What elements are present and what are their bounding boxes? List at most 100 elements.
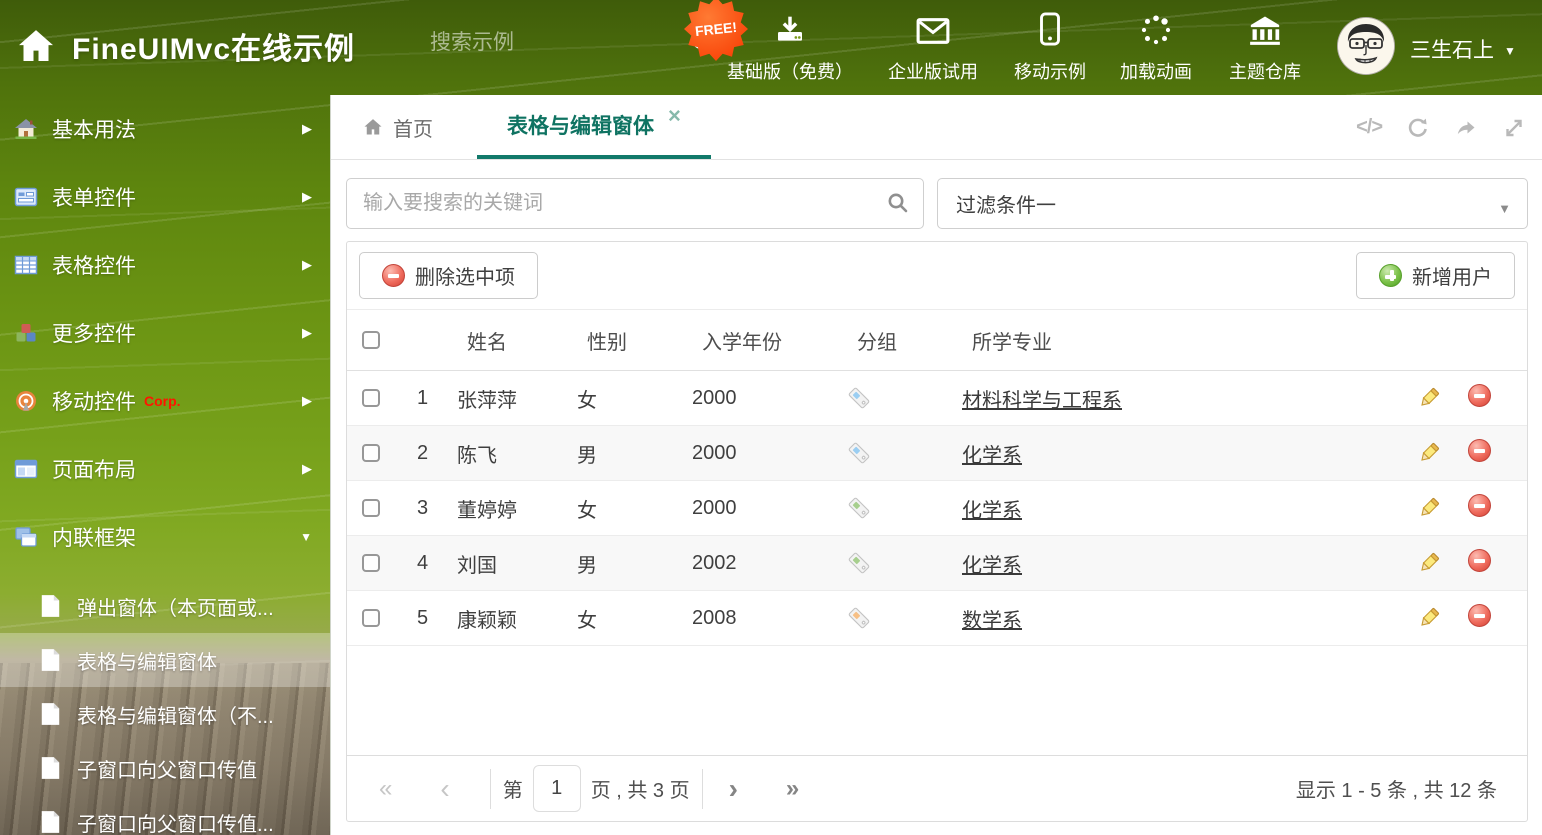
brand[interactable]: FineUIMvc在线示例 xyxy=(16,24,355,68)
page-label-prefix: 第 xyxy=(502,780,523,802)
row-checkbox[interactable] xyxy=(362,444,380,463)
edit-icon[interactable] xyxy=(1418,607,1440,629)
bank-icon xyxy=(1248,12,1282,46)
major-link[interactable]: 化学系 xyxy=(962,500,1022,522)
next-page-icon[interactable] xyxy=(729,775,738,803)
page-input[interactable] xyxy=(532,765,581,812)
sidebar-item-grid-controls[interactable]: 表格控件 xyxy=(0,231,330,299)
row-name: 董婷婷 xyxy=(457,499,517,522)
sidebar-subitem-child-to-parent[interactable]: 子窗口向父窗口传值 xyxy=(0,741,330,795)
nav-label: 移动示例 xyxy=(1014,62,1086,82)
user-name: 三生石上 xyxy=(1410,39,1494,62)
row-gender: 男 xyxy=(577,554,597,577)
last-page-icon[interactable] xyxy=(786,777,799,801)
edit-icon[interactable] xyxy=(1418,442,1440,464)
filter-dropdown-value: 过滤条件一 xyxy=(956,195,1056,217)
delete-selected-button[interactable]: 删除选中项 xyxy=(359,252,538,299)
expand-icon[interactable] xyxy=(1502,116,1526,140)
corp-badge: Corp. xyxy=(144,393,181,409)
file-icon xyxy=(41,595,60,617)
major-link[interactable]: 数学系 xyxy=(962,610,1022,632)
sidebar-submenu: 弹出窗体（本页面或... 表格与编辑窗体 表格与编辑窗体（不... 子窗口向父窗… xyxy=(0,579,330,835)
sidebar-item-more-controls[interactable]: 更多控件 xyxy=(0,299,330,367)
sidebar-subitem-child-to-parent-2[interactable]: 子窗口向父窗口传值... xyxy=(0,795,330,835)
home-icon xyxy=(19,30,53,61)
delete-row-icon[interactable] xyxy=(1468,493,1491,517)
nav-theme-store[interactable]: 主题仓库 xyxy=(1208,12,1322,84)
select-all-checkbox[interactable] xyxy=(362,331,380,350)
keyword-search xyxy=(346,178,924,229)
delete-row-icon[interactable] xyxy=(1468,548,1491,572)
file-icon xyxy=(41,811,60,833)
row-year: 2002 xyxy=(692,551,737,574)
keyword-search-input[interactable] xyxy=(346,178,924,229)
divider xyxy=(489,768,491,809)
sidebar-item-mobile-controls[interactable]: 移动控件 Corp. xyxy=(0,367,330,435)
row-checkbox[interactable] xyxy=(362,554,380,573)
major-link[interactable]: 化学系 xyxy=(962,445,1022,467)
refresh-icon[interactable] xyxy=(1406,116,1430,140)
table-row: 3 董婷婷 女 2000 化学系 xyxy=(347,481,1527,536)
major-link[interactable]: 化学系 xyxy=(962,555,1022,577)
expand-arrow-icon xyxy=(302,392,312,410)
row-gender: 女 xyxy=(577,499,597,522)
tab-grid-edit-window[interactable]: 表格与编辑窗体 xyxy=(477,95,711,159)
nav-label: 企业版试用 xyxy=(888,62,978,82)
record-summary: 显示 1 - 5 条 , 共 12 条 xyxy=(1295,780,1497,802)
row-year: 2000 xyxy=(692,386,737,409)
sidebar-item-basic-usage[interactable]: 基本用法 xyxy=(0,95,330,163)
view-source-icon[interactable]: </> xyxy=(1356,116,1383,139)
signal-icon xyxy=(16,391,36,411)
tab-bar: 首页 表格与编辑窗体 </> xyxy=(331,95,1542,160)
tag-icon xyxy=(848,552,870,574)
row-index: 4 xyxy=(417,551,429,574)
edit-icon[interactable] xyxy=(1418,387,1440,409)
nav-mobile-demo[interactable]: 移动示例 xyxy=(994,12,1106,84)
table-row: 2 陈飞 男 2000 化学系 xyxy=(347,425,1527,481)
header-search-input[interactable] xyxy=(430,31,580,55)
row-checkbox[interactable] xyxy=(362,609,380,628)
close-tab-icon[interactable] xyxy=(668,105,681,129)
expand-arrow-icon xyxy=(302,460,312,478)
prev-page-icon[interactable] xyxy=(440,775,449,803)
nav-label: 基础版（免费） xyxy=(727,62,853,82)
sidebar-item-form-controls[interactable]: 表单控件 xyxy=(0,163,330,231)
file-icon xyxy=(41,757,60,779)
mobile-icon xyxy=(1039,12,1061,46)
filter-dropdown[interactable]: 过滤条件一 xyxy=(937,178,1528,229)
tab-home[interactable]: 首页 xyxy=(335,95,461,159)
delete-row-icon[interactable] xyxy=(1468,383,1491,407)
row-checkbox[interactable] xyxy=(362,389,380,408)
delete-row-icon[interactable] xyxy=(1468,603,1491,627)
top-header: FineUIMvc在线示例 FREE! 基础版（免费） 企业版试用 移动示例 xyxy=(0,0,1542,95)
sidebar-subitem-grid-edit-window-2[interactable]: 表格与编辑窗体（不... xyxy=(0,687,330,741)
share-icon[interactable] xyxy=(1454,116,1478,140)
search-icon[interactable] xyxy=(886,191,910,215)
user-menu[interactable]: 三生石上 xyxy=(1410,34,1516,64)
row-index: 3 xyxy=(417,496,429,519)
form-icon xyxy=(14,187,38,207)
first-page-icon[interactable] xyxy=(379,777,392,801)
table-header-row: 姓名 性别 入学年份 分组 所学专业 xyxy=(347,309,1527,371)
tag-icon xyxy=(848,497,870,519)
delete-row-icon[interactable] xyxy=(1468,438,1491,462)
edit-icon[interactable] xyxy=(1418,552,1440,574)
add-user-button[interactable]: 新增用户 xyxy=(1356,252,1515,299)
grid-empty-area xyxy=(347,646,1527,755)
plus-icon xyxy=(1379,264,1402,287)
sidebar-subitem-popup-window[interactable]: 弹出窗体（本页面或... xyxy=(0,579,330,633)
sidebar-item-inline-frame[interactable]: 内联框架 xyxy=(0,503,330,571)
sidebar-subitem-grid-edit-window[interactable]: 表格与编辑窗体 xyxy=(0,633,330,687)
nav-loading-animation[interactable]: 加载动画 xyxy=(1104,12,1208,84)
row-year: 2000 xyxy=(692,441,737,464)
major-link[interactable]: 材料科学与工程系 xyxy=(962,390,1122,412)
row-checkbox[interactable] xyxy=(362,499,380,518)
chevron-down-icon xyxy=(1498,196,1511,219)
download-icon xyxy=(774,12,806,46)
nav-enterprise-trial[interactable]: 企业版试用 xyxy=(873,12,993,84)
file-icon xyxy=(41,703,60,725)
user-avatar[interactable] xyxy=(1337,17,1395,75)
app-window: FineUIMvc在线示例 FREE! 基础版（免费） 企业版试用 移动示例 xyxy=(0,0,1542,835)
sidebar-item-page-layout[interactable]: 页面布局 xyxy=(0,435,330,503)
edit-icon[interactable] xyxy=(1418,497,1440,519)
